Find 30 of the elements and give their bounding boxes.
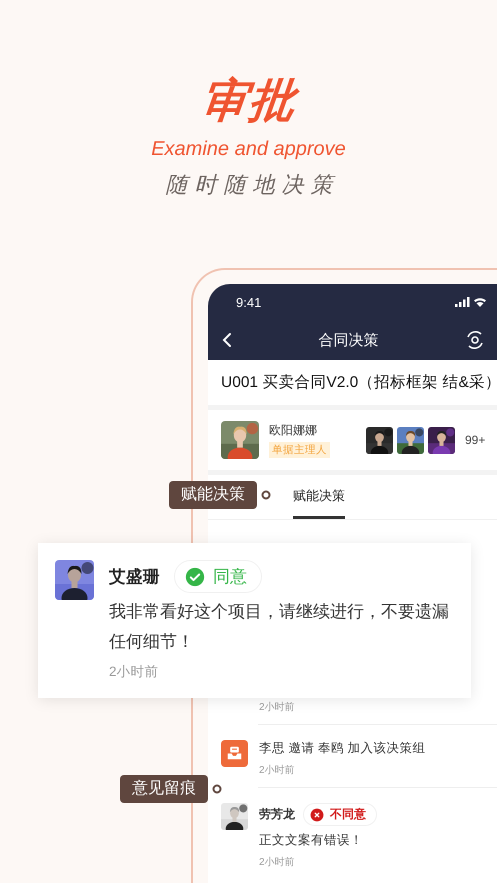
back-icon[interactable] (222, 332, 232, 348)
callout-label: 意见留痕 (120, 775, 208, 803)
comment-text: 我非常看好这个项目，请继续进行，不要遗漏任何细节！ (109, 601, 450, 653)
activity-text: 李思 邀请 奉鸥 加入该决策组 (259, 740, 426, 757)
tab[interactable]: 赋能决策 (293, 475, 345, 519)
role-tag: 单据主理人 (269, 442, 330, 458)
status-time: 9:41 (236, 294, 262, 310)
hero-tagline: 随时随地决策 (164, 171, 340, 199)
timeline-node-icon (261, 490, 271, 500)
cross-icon (310, 808, 324, 822)
comment-text: 正文文案有错误！ (259, 832, 364, 849)
callout-label: 赋能决策 (169, 481, 257, 509)
timestamp: 2小时前 (259, 764, 296, 777)
owner-name: 欧阳娜娜 (269, 422, 318, 439)
document-title: U001 买卖合同V2.0（招标框架 结&采） (220, 373, 497, 393)
hero-title: 审批 (197, 73, 300, 128)
inbox-icon (221, 740, 248, 767)
timestamp: 2小时前 (259, 700, 295, 714)
timestamp: 2小时前 (109, 663, 160, 681)
check-icon (185, 566, 205, 586)
participant-count[interactable]: 99+ (465, 433, 486, 447)
commenter-name: 艾盛珊 (109, 566, 160, 588)
timestamp: 2小时前 (259, 856, 296, 869)
settings-icon[interactable] (465, 330, 485, 350)
nav-title: 合同决策 (318, 330, 378, 350)
status-badge: 不同意 (303, 803, 377, 826)
timeline-node-icon (212, 784, 222, 794)
commenter-name: 劳芳龙 (259, 806, 295, 823)
status-badge: 同意 (174, 560, 262, 593)
hero-subtitle: Examine and approve (151, 137, 346, 162)
